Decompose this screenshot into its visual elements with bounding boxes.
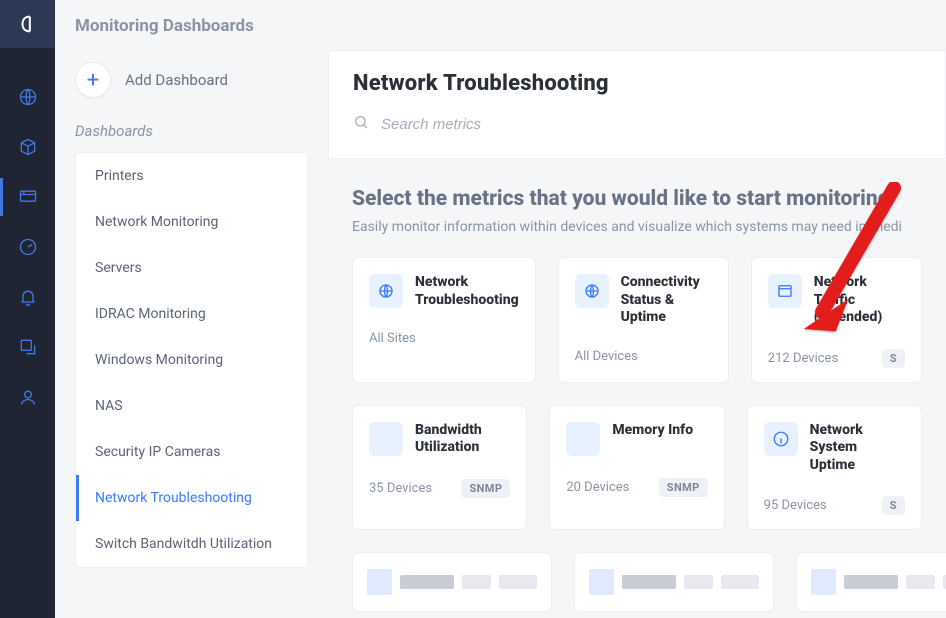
blank-icon <box>566 422 600 456</box>
metric-card-title: Bandwidth Utilization <box>415 422 510 457</box>
search-input[interactable] <box>381 116 921 133</box>
metric-card-badge: SNMP <box>461 479 510 498</box>
metric-skeleton-row <box>352 552 922 612</box>
rail-globe-icon[interactable] <box>0 72 55 122</box>
metric-card-meta: 35 Devices <box>369 481 432 496</box>
skeleton-card <box>574 552 774 612</box>
sidebar-section-label: Dashboards <box>75 116 308 152</box>
sidebar-item-network-monitoring[interactable]: Network Monitoring <box>76 199 307 245</box>
metric-card-row: Network Troubleshooting All Sites Connecti… <box>352 257 922 383</box>
metrics-select-heading: Select the metrics that you would like t… <box>352 187 922 211</box>
globe-icon <box>575 274 609 308</box>
rail-user-icon[interactable] <box>0 372 55 422</box>
metric-card-meta: 20 Devices <box>566 480 629 495</box>
globe-icon <box>369 274 403 308</box>
plus-icon: + <box>75 62 111 98</box>
metric-card-badge: S <box>882 496 905 515</box>
add-dashboard-button[interactable]: + Add Dashboard <box>75 50 308 116</box>
dashboard-sidebar: + Add Dashboard Dashboards PrintersNetwo… <box>55 50 318 618</box>
skeleton-card <box>796 552 946 612</box>
rail-gauge-icon[interactable] <box>0 222 55 272</box>
app-logo[interactable] <box>0 0 55 48</box>
sidebar-item-printers[interactable]: Printers <box>76 153 307 199</box>
metric-card[interactable]: Network Traffic (Extended) 212 Devices S <box>751 257 922 383</box>
rail-monitor-icon[interactable] <box>0 172 55 222</box>
sidebar-item-switch-bandwitdh-utilization[interactable]: Switch Bandwitdh Utilization <box>76 521 307 567</box>
metric-card-badge: SNMP <box>659 478 708 497</box>
metric-card[interactable]: Memory Info 20 Devices SNMP <box>549 405 724 531</box>
metric-card-title: Network Troubleshooting <box>415 274 519 309</box>
metric-card[interactable]: Connectivity Status & Uptime All Devices <box>558 257 729 383</box>
sidebar-item-idrac-monitoring[interactable]: IDRAC Monitoring <box>76 291 307 337</box>
skeleton-card <box>352 552 552 612</box>
sidebar-item-network-troubleshooting[interactable]: Network Troubleshooting <box>76 475 307 521</box>
sidebar-item-servers[interactable]: Servers <box>76 245 307 291</box>
metric-card-row: Bandwidth Utilization35 DevicesSNMPMemor… <box>352 405 922 531</box>
search-icon <box>353 114 369 134</box>
rail-external-icon[interactable] <box>0 322 55 372</box>
metric-card-badge: S <box>882 349 905 368</box>
window-icon <box>768 274 802 308</box>
rail-package-icon[interactable] <box>0 122 55 172</box>
metric-card-title: Connectivity Status & Uptime <box>621 274 712 327</box>
main-panel: Network Troubleshooting Select the metri… <box>318 50 946 618</box>
blank-icon <box>369 422 403 456</box>
sidebar-item-nas[interactable]: NAS <box>76 383 307 429</box>
metric-card-title: Network System Uptime <box>810 422 905 475</box>
metric-card-title: Network Traffic (Extended) <box>814 274 905 327</box>
panel-header: Network Troubleshooting <box>328 50 946 159</box>
search-row <box>353 96 921 148</box>
add-dashboard-label: Add Dashboard <box>125 71 228 89</box>
metric-card[interactable]: Network Troubleshooting All Sites <box>352 257 536 383</box>
metric-card-meta: 212 Devices <box>768 351 838 366</box>
metric-card-meta: 95 Devices <box>764 498 827 513</box>
metric-card-title: Memory Info <box>612 422 693 456</box>
metric-card-meta: All Devices <box>575 349 638 364</box>
dashboard-title: Network Troubleshooting <box>353 71 921 96</box>
nav-rail <box>0 0 55 618</box>
rail-bell-icon[interactable] <box>0 272 55 322</box>
sidebar-item-windows-monitoring[interactable]: Windows Monitoring <box>76 337 307 383</box>
metric-card[interactable]: Bandwidth Utilization 35 Devices SNMP <box>352 405 527 531</box>
sidebar-item-security-ip-cameras[interactable]: Security IP Cameras <box>76 429 307 475</box>
metrics-select-subheading: Easily monitor information within device… <box>352 219 922 235</box>
metric-card[interactable]: Network System Uptime 95 Devices S <box>747 405 922 531</box>
metric-card-meta: All Sites <box>369 331 416 346</box>
page-title: Monitoring Dashboards <box>55 0 946 50</box>
info-icon <box>764 422 798 456</box>
dashboard-list: PrintersNetwork MonitoringServersIDRAC M… <box>75 152 308 568</box>
